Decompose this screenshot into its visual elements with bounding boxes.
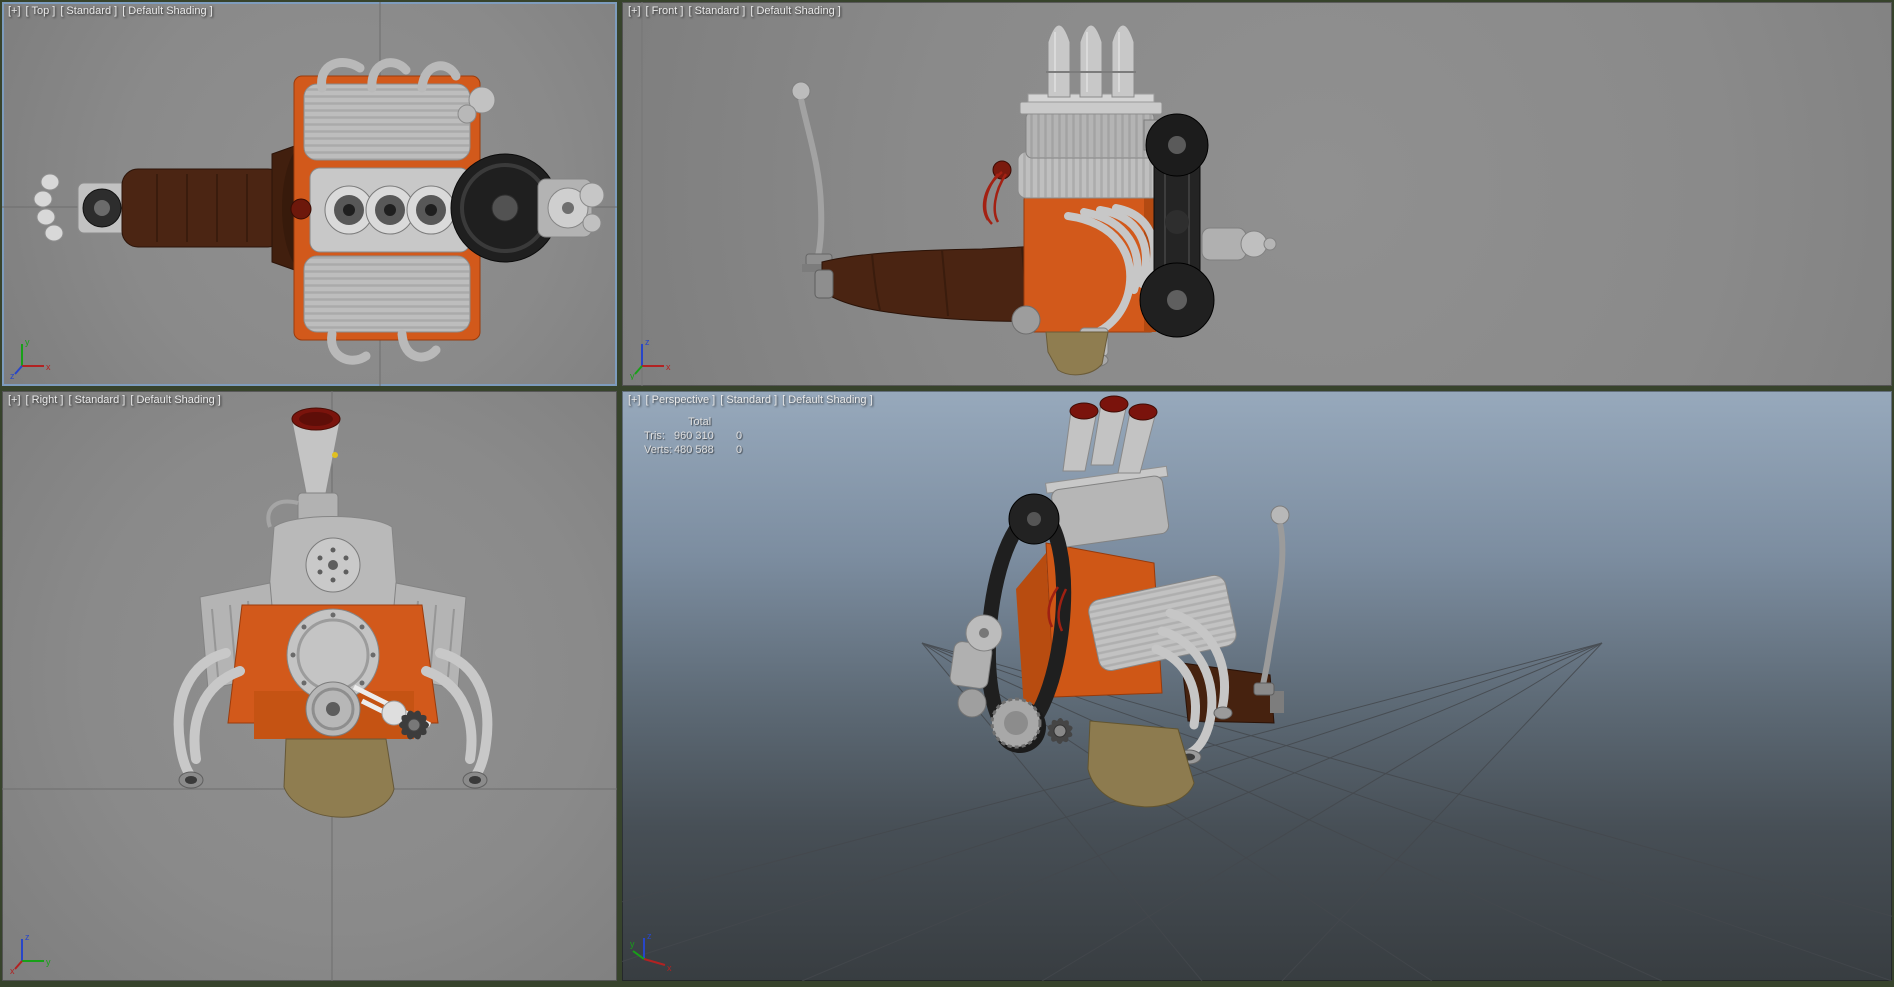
viewport-label-bar: [+] [ Right ] [ Standard ] [ Default Sha… — [8, 394, 221, 407]
shading-menu[interactable]: [ Default Shading ] — [750, 5, 841, 18]
engine-model-perspective-view[interactable] — [949, 395, 1290, 808]
viewport-label-bar: [+] [ Perspective ] [ Standard ] [ Defau… — [628, 394, 873, 407]
stats-tris-label: Tris: — [644, 430, 665, 442]
point-of-view-menu[interactable]: [ Perspective ] — [646, 394, 716, 407]
point-of-view-menu[interactable]: [ Right ] — [26, 394, 64, 407]
axis-z-label: z — [25, 932, 30, 942]
axis-x-label: x — [10, 966, 15, 975]
stats-total-header: Total — [688, 416, 712, 428]
axis-y-label: y — [630, 939, 635, 949]
statistics-overlay: Total Tris: 960 310 0 Verts: 480 588 0 — [644, 415, 742, 457]
stats-row-tris: Tris: 960 310 0 — [644, 429, 742, 443]
axis-tripod: z x y — [630, 931, 672, 973]
stats-tris-selected: 0 — [736, 430, 743, 442]
axis-x-label: x — [667, 963, 672, 973]
viewport-canvas-right[interactable] — [2, 391, 617, 981]
axis-y-label: y — [25, 337, 30, 347]
axis-z-label: z — [645, 337, 650, 347]
axis-z-icon — [14, 365, 23, 375]
general-viewport-menu[interactable]: [+] — [628, 394, 641, 407]
general-viewport-menu[interactable]: [+] — [8, 394, 21, 407]
point-of-view-menu[interactable]: [ Top ] — [26, 5, 56, 18]
stats-verts-total: 480 588 — [674, 444, 714, 456]
viewport-canvas-perspective[interactable] — [622, 391, 1892, 981]
viewport-perspective[interactable]: [+] [ Perspective ] [ Standard ] [ Defau… — [622, 391, 1892, 981]
viewport-canvas-top[interactable] — [2, 2, 617, 386]
engine-model-right-view[interactable] — [173, 407, 493, 818]
axis-tripod: z y x — [10, 932, 51, 975]
viewport-canvas-front[interactable] — [622, 2, 1892, 386]
viewport-front[interactable]: [+] [ Front ] [ Standard ] [ Default Sha… — [622, 2, 1892, 386]
axis-tripod: y x z — [10, 337, 51, 380]
viewport-label-bar: [+] [ Front ] [ Standard ] [ Default Sha… — [628, 5, 841, 18]
stats-verts-label: Verts: — [644, 444, 673, 456]
view-preset-menu[interactable]: [ Standard ] — [60, 5, 117, 18]
viewport-right[interactable]: [+] [ Right ] [ Standard ] [ Default Sha… — [2, 391, 617, 981]
axis-x-label: x — [666, 362, 671, 372]
axis-x-icon — [14, 960, 23, 970]
view-preset-menu[interactable]: [ Standard ] — [688, 5, 745, 18]
stats-row-verts: Verts: 480 588 0 — [644, 443, 742, 457]
view-preset-menu[interactable]: [ Standard ] — [68, 394, 125, 407]
axis-y-icon — [634, 365, 643, 375]
helper-point — [332, 452, 338, 458]
axis-z-label: z — [10, 371, 15, 380]
axis-y-label: y — [630, 371, 635, 380]
engine-model-front-view[interactable] — [791, 24, 1277, 376]
engine-model-top-view[interactable] — [33, 58, 605, 365]
axis-y-label: y — [46, 957, 51, 967]
axis-x-label: x — [46, 362, 51, 372]
axis-x-icon — [643, 958, 666, 966]
view-preset-menu[interactable]: [ Standard ] — [720, 394, 777, 407]
stats-tris-total: 960 310 — [674, 430, 714, 442]
general-viewport-menu[interactable]: [+] — [8, 5, 21, 18]
viewport-label-bar: [+] [ Top ] [ Standard ] [ Default Shadi… — [8, 5, 213, 18]
axis-z-label: z — [647, 931, 652, 941]
shading-menu[interactable]: [ Default Shading ] — [782, 394, 873, 407]
viewport-top[interactable]: [+] [ Top ] [ Standard ] [ Default Shadi… — [2, 2, 617, 386]
general-viewport-menu[interactable]: [+] — [628, 5, 641, 18]
axis-y-icon — [632, 950, 645, 960]
point-of-view-menu[interactable]: [ Front ] — [646, 5, 684, 18]
stats-verts-selected: 0 — [736, 444, 743, 456]
axis-tripod: z x y — [630, 337, 671, 380]
shading-menu[interactable]: [ Default Shading ] — [122, 5, 213, 18]
shading-menu[interactable]: [ Default Shading ] — [130, 394, 221, 407]
viewport-layout: [+] [ Top ] [ Standard ] [ Default Shadi… — [0, 0, 1894, 987]
